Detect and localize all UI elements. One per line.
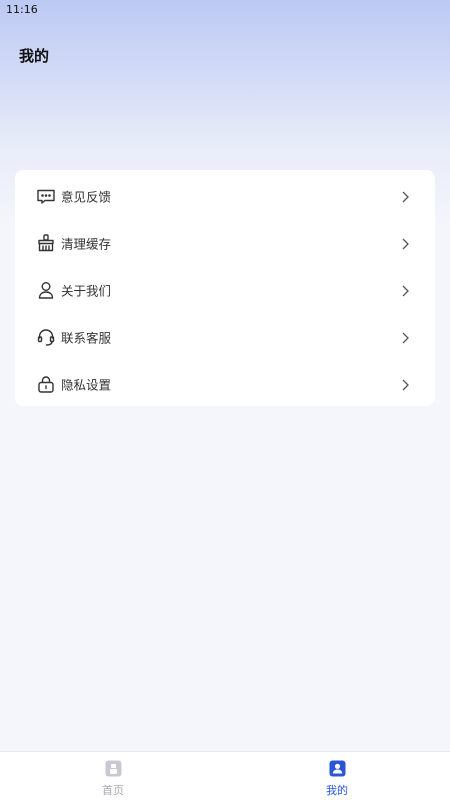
tab-mine[interactable]: 我的 [297,752,377,800]
feedback-icon [35,185,57,207]
status-time: 11:16 [6,3,38,16]
menu-item-label: 关于我们 [61,283,112,298]
chevron-right-icon [399,283,411,297]
menu-item-label: 意见反馈 [61,189,112,204]
menu-item-label: 隐私设置 [61,377,112,392]
tab-home[interactable]: 首页 [73,752,153,800]
profile-icon [329,760,346,777]
chevron-right-icon [399,330,411,344]
tab-mine-label: 我的 [326,784,348,797]
home-icon [105,760,122,777]
menu-item-about-us[interactable]: 关于我们 [15,266,435,313]
menu-item-clear-cache[interactable]: 清理缓存 [15,219,435,266]
lock-icon [35,373,57,395]
menu-item-feedback[interactable]: 意见反馈 [15,172,435,219]
user-icon [35,279,57,301]
chevron-right-icon [399,377,411,391]
bottom-nav: 首页 我的 [0,751,450,800]
menu-item-privacy-settings[interactable]: 隐私设置 [15,360,435,407]
broom-icon [35,232,57,254]
chevron-right-icon [399,189,411,203]
menu-card: 意见反馈 清理缓存 关于我们 联系客服 隐私设置 [15,170,435,406]
tab-home-label: 首页 [102,784,124,797]
menu-item-customer-service[interactable]: 联系客服 [15,313,435,360]
headset-icon [35,326,57,348]
menu-item-label: 清理缓存 [61,236,112,251]
page-title: 我的 [19,47,50,65]
status-bar: 11:16 [0,0,450,20]
chevron-right-icon [399,236,411,250]
menu-item-label: 联系客服 [61,330,112,345]
